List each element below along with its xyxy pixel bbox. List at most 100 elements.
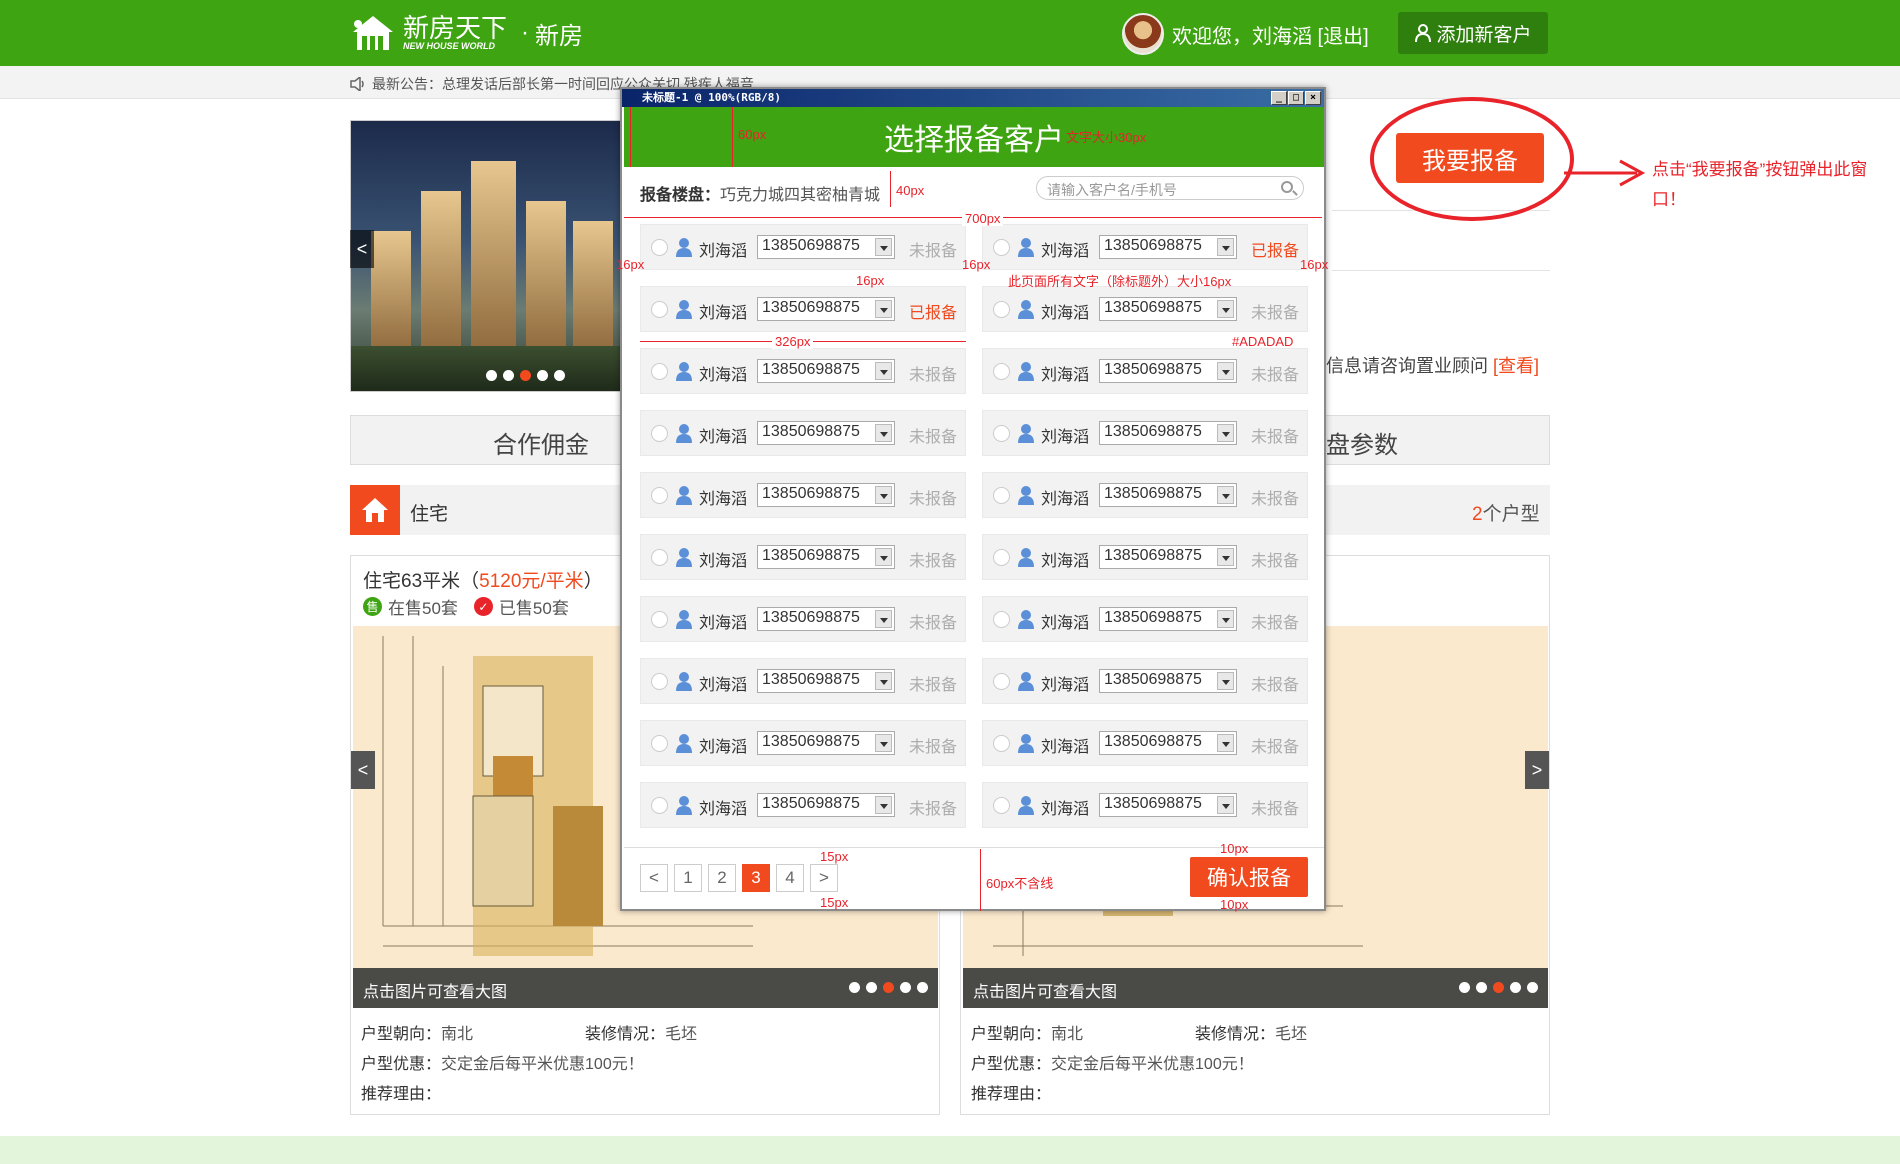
plan-dot-active[interactable] xyxy=(1493,982,1504,993)
client-row[interactable]: 刘海滔 13850698875 未报备 xyxy=(640,596,966,642)
client-radio[interactable] xyxy=(651,797,668,814)
client-radio[interactable] xyxy=(651,363,668,380)
add-client-button[interactable]: 添加新客户 xyxy=(1398,12,1548,54)
plan-next-arrow[interactable]: > xyxy=(1525,751,1549,789)
plan-dot-active[interactable] xyxy=(883,982,894,993)
client-radio[interactable] xyxy=(993,487,1010,504)
chevron-down-icon[interactable] xyxy=(875,238,892,256)
chevron-down-icon[interactable] xyxy=(875,300,892,318)
client-phone-select[interactable]: 13850698875 xyxy=(757,669,895,693)
client-row[interactable]: 刘海滔 13850698875 未报备 xyxy=(982,658,1308,704)
client-row[interactable]: 刘海滔 13850698875 未报备 xyxy=(640,720,966,766)
client-phone-select[interactable]: 13850698875 xyxy=(757,421,895,445)
client-radio[interactable] xyxy=(651,301,668,318)
page-button[interactable]: 4 xyxy=(776,864,804,892)
client-radio[interactable] xyxy=(651,735,668,752)
client-phone-select[interactable]: 13850698875 xyxy=(1099,793,1237,817)
plan-dot[interactable] xyxy=(917,982,928,993)
client-search-input[interactable]: 请输入客户名/手机号 xyxy=(1036,176,1304,200)
page-prev-button[interactable]: < xyxy=(640,864,668,892)
plan-dot[interactable] xyxy=(1476,982,1487,993)
chevron-down-icon[interactable] xyxy=(1217,300,1234,318)
client-radio[interactable] xyxy=(651,549,668,566)
client-radio[interactable] xyxy=(993,301,1010,318)
client-phone-select[interactable]: 13850698875 xyxy=(757,483,895,507)
window-titlebar[interactable]: 未标题-1 @ 100%(RGB/8) _ □ × xyxy=(622,89,1324,107)
client-row[interactable]: 刘海滔 13850698875 未报备 xyxy=(982,534,1308,580)
plan-prev-arrow[interactable]: < xyxy=(351,751,375,789)
slider-dot[interactable] xyxy=(554,370,565,381)
plan-dots[interactable] xyxy=(849,982,928,993)
consult-link[interactable]: [查看] xyxy=(1493,356,1539,376)
client-row[interactable]: 刘海滔 13850698875 未报备 xyxy=(640,782,966,828)
chevron-down-icon[interactable] xyxy=(875,424,892,442)
client-row[interactable]: 刘海滔 13850698875 未报备 xyxy=(982,782,1308,828)
slider-dot-active[interactable] xyxy=(520,370,531,381)
chevron-down-icon[interactable] xyxy=(1217,238,1234,256)
minimize-icon[interactable]: _ xyxy=(1271,91,1287,105)
client-row[interactable]: 刘海滔 13850698875 未报备 xyxy=(640,224,966,270)
plan-dots[interactable] xyxy=(1459,982,1538,993)
chevron-down-icon[interactable] xyxy=(1217,486,1234,504)
client-phone-select[interactable]: 13850698875 xyxy=(757,297,895,321)
page-next-button[interactable]: > xyxy=(810,864,838,892)
slider-prev-arrow[interactable]: < xyxy=(350,230,374,268)
client-row[interactable]: 刘海滔 13850698875 未报备 xyxy=(982,720,1308,766)
client-row[interactable]: 刘海滔 13850698875 未报备 xyxy=(982,596,1308,642)
client-row[interactable]: 刘海滔 13850698875 已报备 xyxy=(982,224,1308,270)
client-radio[interactable] xyxy=(993,735,1010,752)
client-radio[interactable] xyxy=(993,673,1010,690)
chevron-down-icon[interactable] xyxy=(875,796,892,814)
client-phone-select[interactable]: 13850698875 xyxy=(757,731,895,755)
chevron-down-icon[interactable] xyxy=(875,548,892,566)
client-radio[interactable] xyxy=(993,549,1010,566)
chevron-down-icon[interactable] xyxy=(875,672,892,690)
client-radio[interactable] xyxy=(651,673,668,690)
client-phone-select[interactable]: 13850698875 xyxy=(1099,731,1237,755)
client-row[interactable]: 刘海滔 13850698875 未报备 xyxy=(982,348,1308,394)
client-phone-select[interactable]: 13850698875 xyxy=(757,607,895,631)
client-phone-select[interactable]: 13850698875 xyxy=(757,235,895,259)
chevron-down-icon[interactable] xyxy=(875,362,892,380)
tab-parameters[interactable]: 盘参数 xyxy=(1326,425,1398,460)
chevron-down-icon[interactable] xyxy=(1217,796,1234,814)
chevron-down-icon[interactable] xyxy=(875,486,892,504)
site-logo[interactable]: 新房天下 NEW HOUSE WORLD · 新房 xyxy=(349,12,583,54)
chevron-down-icon[interactable] xyxy=(875,610,892,628)
client-phone-select[interactable]: 13850698875 xyxy=(757,359,895,383)
chevron-down-icon[interactable] xyxy=(1217,734,1234,752)
chevron-down-icon[interactable] xyxy=(1217,362,1234,380)
client-row[interactable]: 刘海滔 13850698875 未报备 xyxy=(982,410,1308,456)
client-row[interactable]: 刘海滔 13850698875 未报备 xyxy=(640,348,966,394)
plan-dot[interactable] xyxy=(900,982,911,993)
tab-commission[interactable]: 合作佣金 xyxy=(493,425,589,460)
plan-dot[interactable] xyxy=(1527,982,1538,993)
client-phone-select[interactable]: 13850698875 xyxy=(757,545,895,569)
client-row[interactable]: 刘海滔 13850698875 已报备 xyxy=(640,286,966,332)
chevron-down-icon[interactable] xyxy=(875,734,892,752)
client-phone-select[interactable]: 13850698875 xyxy=(1099,669,1237,693)
page-button[interactable]: 3 xyxy=(742,864,770,892)
client-radio[interactable] xyxy=(651,239,668,256)
plan-dot[interactable] xyxy=(1510,982,1521,993)
client-radio[interactable] xyxy=(993,239,1010,256)
client-phone-select[interactable]: 13850698875 xyxy=(1099,421,1237,445)
client-radio[interactable] xyxy=(993,425,1010,442)
client-radio[interactable] xyxy=(651,487,668,504)
client-phone-select[interactable]: 13850698875 xyxy=(1099,545,1237,569)
client-radio[interactable] xyxy=(651,611,668,628)
client-phone-select[interactable]: 13850698875 xyxy=(1099,483,1237,507)
chevron-down-icon[interactable] xyxy=(1217,610,1234,628)
plan-dot[interactable] xyxy=(1459,982,1470,993)
client-row[interactable]: 刘海滔 13850698875 未报备 xyxy=(640,658,966,704)
slider-dots[interactable] xyxy=(486,370,565,381)
client-row[interactable]: 刘海滔 13850698875 未报备 xyxy=(640,472,966,518)
client-phone-select[interactable]: 13850698875 xyxy=(1099,359,1237,383)
welcome-text[interactable]: 欢迎您，刘海滔 [退出] xyxy=(1172,20,1369,49)
client-row[interactable]: 刘海滔 13850698875 未报备 xyxy=(640,534,966,580)
slider-dot[interactable] xyxy=(486,370,497,381)
close-icon[interactable]: × xyxy=(1305,91,1321,105)
chevron-down-icon[interactable] xyxy=(1217,672,1234,690)
client-radio[interactable] xyxy=(993,611,1010,628)
client-phone-select[interactable]: 13850698875 xyxy=(1099,297,1237,321)
